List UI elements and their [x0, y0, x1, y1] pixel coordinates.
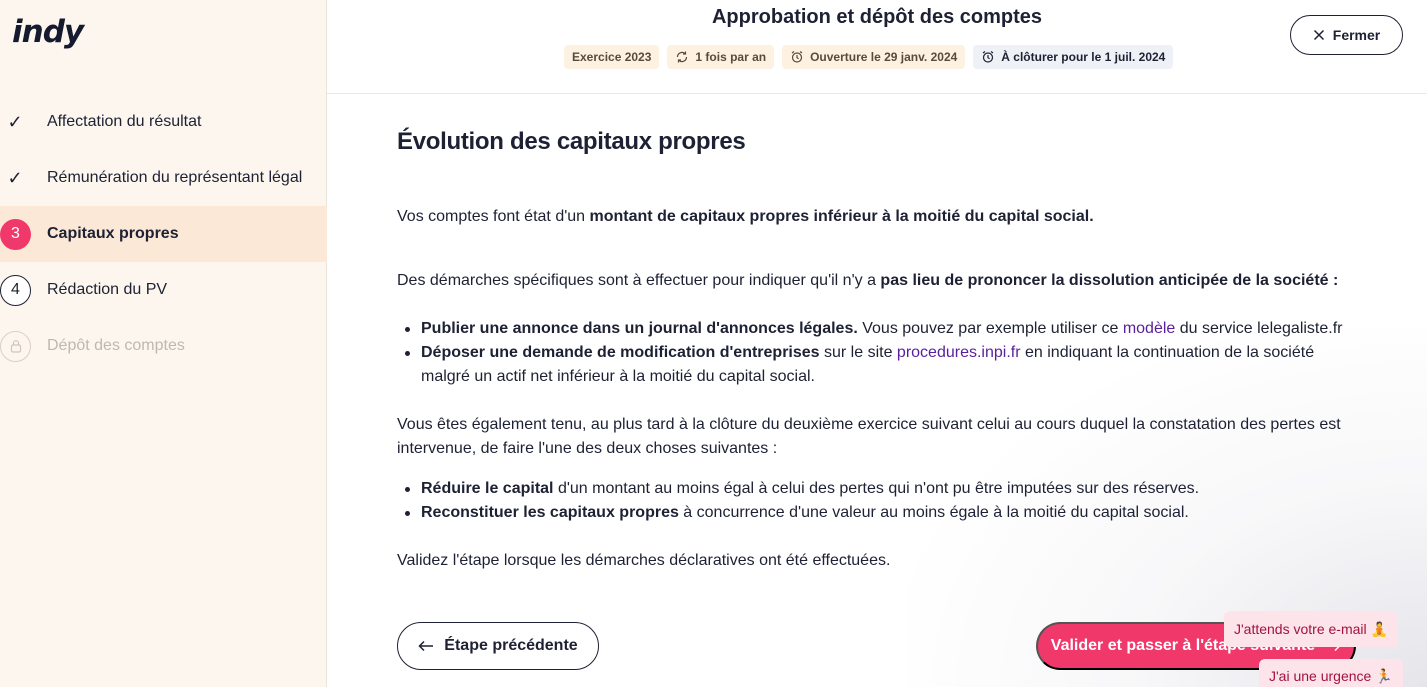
- step-list: ✓ Affectation du résultat ✓ Rémunération…: [0, 94, 327, 374]
- frequency-badge: 1 fois par an: [667, 45, 775, 69]
- closing-badge: À clôturer pour le 1 juil. 2024: [973, 45, 1174, 69]
- obligation-paragraph: Vous êtes également tenu, au plus tard à…: [397, 416, 1341, 457]
- bold-text: Publier une annonce dans un journal d'an…: [421, 320, 858, 337]
- inpi-link[interactable]: procedures.inpi.fr: [897, 344, 1021, 361]
- requirements-paragraph: Des démarches spécifiques sont à effectu…: [397, 269, 1357, 293]
- list-item: Déposer une demande de modification d'en…: [405, 341, 1361, 389]
- header: Approbation et dépôt des comptes Exercic…: [327, 0, 1427, 94]
- step-label: Dépôt des comptes: [47, 337, 185, 354]
- options-list: Réduire le capital d'un montant au moins…: [405, 477, 1361, 525]
- step-redaction-pv[interactable]: 4 Rédaction du PV: [0, 262, 327, 318]
- previous-step-label: Étape précédente: [444, 637, 578, 654]
- exercice-badge: Exercice 2023: [564, 45, 660, 69]
- text: Des démarches spécifiques sont à effectu…: [397, 272, 881, 289]
- close-icon: [1313, 29, 1324, 41]
- step-depot-comptes: Dépôt des comptes: [0, 318, 327, 374]
- urgent-chip[interactable]: J'ai une urgence 🏃: [1259, 659, 1403, 687]
- text: du service lelegaliste.fr: [1175, 320, 1343, 337]
- step-capitaux-propres[interactable]: 3 Capitaux propres: [0, 206, 327, 262]
- list-item: Reconstituer les capitaux propres à conc…: [405, 501, 1361, 525]
- text: Vous pouvez par exemple utiliser ce: [857, 320, 1123, 337]
- bold-text: Réduire le capital: [421, 480, 554, 497]
- list-item: Publier une annonce dans un journal d'an…: [405, 317, 1361, 341]
- check-icon: ✓: [7, 111, 23, 132]
- step-label: Capitaux propres: [47, 225, 179, 242]
- exercice-label: Exercice 2023: [572, 50, 652, 64]
- close-label: Fermer: [1332, 27, 1381, 43]
- text: à concurrence d'une valeur au moins égal…: [678, 504, 1189, 521]
- list-item: Réduire le capital d'un montant au moins…: [405, 477, 1361, 501]
- bold-text: pas lieu de prononcer la dissolution ant…: [880, 272, 1339, 289]
- requirements-list: Publier une annonce dans un journal d'an…: [405, 317, 1361, 389]
- modele-link[interactable]: modèle: [1123, 320, 1175, 337]
- badge-row: Exercice 2023 1 fois par an Ouverture le…: [564, 45, 1174, 69]
- text: d'un montant au moins égal à celui des p…: [553, 480, 1200, 497]
- check-icon: ✓: [7, 167, 23, 188]
- closing-label: À clôturer pour le 1 juil. 2024: [1001, 50, 1166, 64]
- step-label: Rédaction du PV: [47, 281, 168, 298]
- indy-logo[interactable]: indy: [12, 14, 84, 50]
- close-button[interactable]: Fermer: [1290, 15, 1403, 55]
- step-number: 4: [0, 274, 31, 306]
- arrow-left-icon: [418, 640, 434, 652]
- opening-label: Ouverture le 29 janv. 2024: [810, 50, 958, 64]
- previous-step-button[interactable]: Étape précédente: [397, 622, 599, 670]
- page-title: Approbation et dépôt des comptes: [711, 6, 1043, 28]
- repeat-icon: [677, 51, 688, 63]
- bold-text: Déposer une demande de modification d'en…: [421, 344, 820, 361]
- sidebar: indy ✓ Affectation du résultat ✓ Rémunér…: [0, 0, 327, 687]
- step-remuneration[interactable]: ✓ Rémunération du représentant légal: [0, 150, 327, 206]
- opening-badge: Ouverture le 29 janv. 2024: [782, 45, 966, 69]
- bold-text: montant de capitaux propres inférieur à …: [589, 208, 1094, 225]
- bold-text: Reconstituer les capitaux propres: [421, 504, 679, 521]
- text: sur le site: [819, 344, 897, 361]
- text: Vos comptes font état d'un: [397, 208, 590, 225]
- alarm-icon: [791, 51, 803, 63]
- step-number: 3: [0, 218, 31, 250]
- intro-paragraph: Vos comptes font état d'un montant de ca…: [397, 205, 1357, 229]
- step-affectation[interactable]: ✓ Affectation du résultat: [0, 94, 327, 150]
- alarm-icon: [982, 51, 994, 63]
- validation-paragraph: Validez l'étape lorsque les démarches dé…: [397, 552, 891, 569]
- frequency-label: 1 fois par an: [695, 50, 767, 64]
- lock-icon: [0, 330, 31, 362]
- waiting-email-chip[interactable]: J'attends votre e-mail 🧘: [1224, 611, 1398, 647]
- step-label: Affectation du résultat: [47, 113, 202, 130]
- step-label: Rémunération du représentant légal: [47, 169, 303, 186]
- section-heading: Évolution des capitaux propres: [397, 128, 746, 155]
